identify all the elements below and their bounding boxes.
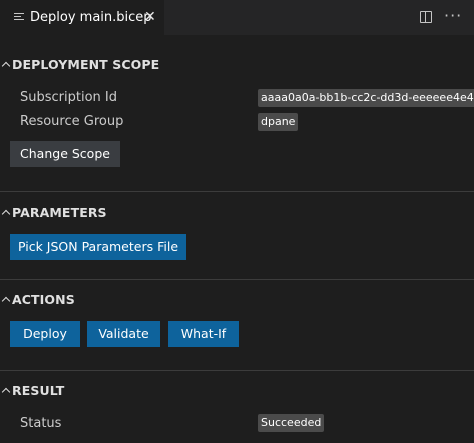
resource-group-value: dpane: [258, 113, 299, 131]
change-scope-button[interactable]: Change Scope: [10, 141, 120, 167]
divider: [0, 370, 474, 371]
editor-tab-bar: Deploy main.bicep ✕ ···: [0, 0, 474, 35]
close-icon[interactable]: ✕: [144, 9, 156, 25]
divider: [0, 191, 474, 192]
section-title: DEPLOYMENT SCOPE: [12, 57, 160, 72]
divider: [0, 279, 474, 280]
deploy-button[interactable]: Deploy: [10, 321, 80, 347]
more-actions-icon[interactable]: ···: [444, 6, 462, 25]
resource-group-label: Resource Group: [20, 114, 124, 129]
pick-json-parameters-file-button[interactable]: Pick JSON Parameters File: [10, 234, 186, 260]
subscription-id-value: aaaa0a0a-bb1b-cc2c-dd3d-eeeeee4e4e4e: [258, 89, 474, 107]
chevron-up-icon: [1, 61, 11, 71]
chevron-up-icon: [1, 296, 11, 306]
section-title: ACTIONS: [12, 292, 75, 307]
validate-button[interactable]: Validate: [87, 321, 160, 347]
section-header-result[interactable]: RESULT: [0, 383, 64, 398]
chevron-up-icon: [1, 209, 11, 219]
what-if-button[interactable]: What-If: [168, 321, 239, 347]
section-header-actions[interactable]: ACTIONS: [0, 292, 75, 307]
status-label: Status: [20, 416, 62, 431]
tab-label: Deploy main.bicep: [30, 10, 152, 25]
section-title: PARAMETERS: [12, 205, 107, 220]
section-title: RESULT: [12, 383, 65, 398]
section-header-parameters[interactable]: PARAMETERS: [0, 205, 107, 220]
split-editor-icon[interactable]: [420, 11, 432, 23]
status-badge: Succeeded: [258, 414, 325, 432]
section-header-deployment-scope[interactable]: DEPLOYMENT SCOPE: [0, 57, 159, 72]
subscription-id-label: Subscription Id: [20, 90, 117, 105]
preview-icon: [14, 13, 24, 22]
chevron-up-icon: [1, 387, 11, 397]
tab-deploy-main-bicep[interactable]: Deploy main.bicep ✕: [0, 0, 164, 35]
